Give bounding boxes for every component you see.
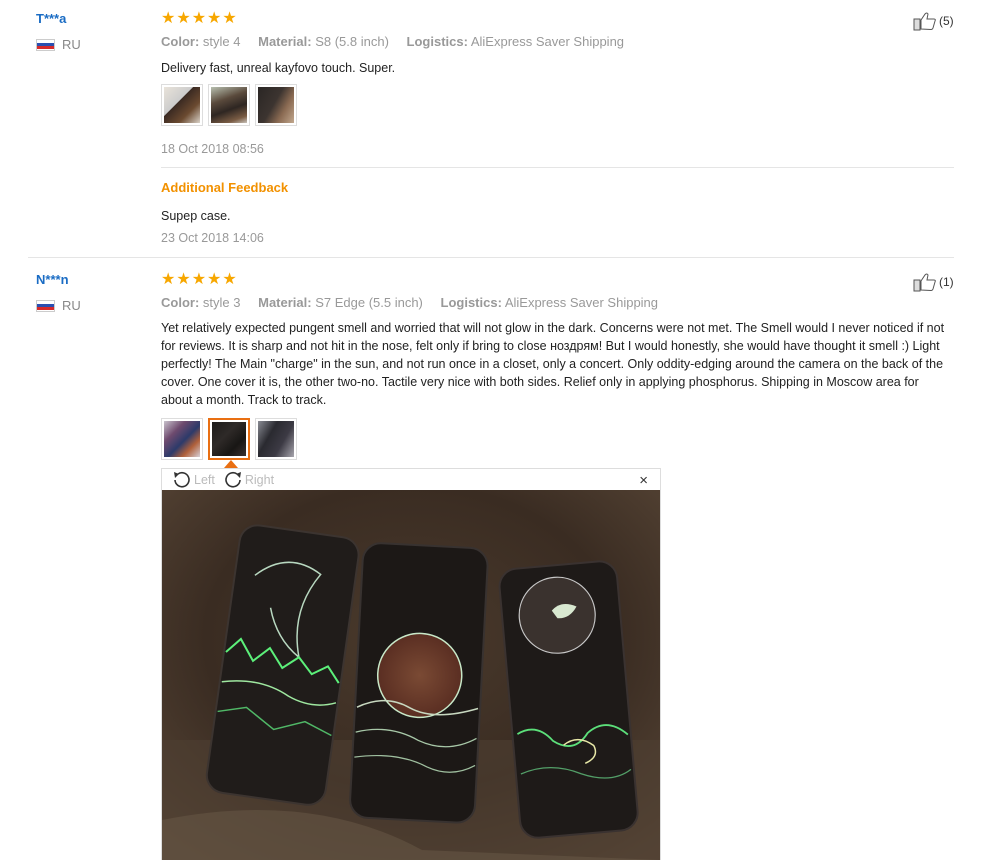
country-code: RU: [62, 37, 81, 52]
additional-feedback-date: 23 Oct 2018 14:06: [161, 231, 264, 245]
russia-flag-icon: [36, 299, 55, 312]
star-icon: ★: [207, 10, 222, 27]
russia-flag-icon: [36, 38, 55, 51]
review-date: 18 Oct 2018 08:56: [161, 142, 264, 156]
order-attributes: Color: style 4 Material: S8 (5.8 inch) L…: [161, 34, 638, 49]
helpful-count: (1): [939, 275, 954, 289]
color-label: Color:: [161, 34, 200, 49]
photo-thumbnail-active[interactable]: [208, 418, 250, 460]
star-icon: ★: [161, 271, 176, 288]
star-icon: ★: [207, 271, 222, 288]
glowing-phone-cases-image: [162, 490, 660, 860]
star-icon: ★: [191, 10, 207, 27]
order-attributes: Color: style 3 Material: S7 Edge (5.5 in…: [161, 295, 672, 310]
material-label: Material:: [258, 34, 312, 49]
review-divider: [28, 257, 954, 258]
additional-feedback-title: Additional Feedback: [161, 180, 289, 195]
helpful-button[interactable]: (5): [913, 11, 954, 31]
star-icon: ★: [222, 10, 237, 27]
rotate-left-label: Left: [194, 472, 215, 487]
review-photos: [161, 418, 297, 460]
viewer-toolbar: Left Right ×: [162, 469, 660, 490]
helpful-count: (5): [939, 14, 954, 28]
divider: [161, 167, 954, 168]
rotate-right-icon: [225, 471, 241, 488]
star-icon: ★: [176, 10, 191, 27]
star-icon: ★: [161, 10, 176, 27]
active-photo-caret: [224, 460, 238, 468]
star-icon: ★: [222, 271, 237, 288]
photo-thumbnail[interactable]: [161, 418, 203, 460]
enlarged-photo: [162, 490, 660, 860]
country-code: RU: [62, 298, 81, 313]
material-value: S7 Edge (5.5 inch): [315, 295, 423, 310]
rotate-right-label: Right: [244, 472, 275, 487]
photo-viewer: Left Right ×: [161, 468, 661, 860]
photo-thumbnail[interactable]: [255, 84, 297, 126]
rotate-right-button[interactable]: Right: [223, 471, 274, 489]
color-value: style 3: [202, 295, 241, 310]
rotate-left-icon: [174, 471, 190, 488]
star-icon: ★: [191, 271, 207, 288]
additional-feedback-text: Supep case.: [161, 209, 231, 223]
photo-thumbnail[interactable]: [161, 84, 203, 126]
reviewer-name[interactable]: T***a: [36, 11, 66, 26]
thumbs-up-icon: [913, 12, 936, 31]
logistics-label: Logistics:: [440, 295, 502, 310]
close-icon[interactable]: ×: [639, 472, 648, 489]
color-label: Color:: [161, 295, 200, 310]
helpful-button[interactable]: (1): [913, 272, 954, 292]
color-value: style 4: [202, 34, 241, 49]
thumbs-up-icon: [913, 273, 936, 292]
material-value: S8 (5.8 inch): [315, 34, 389, 49]
star-rating: ★ ★ ★ ★ ★: [161, 11, 237, 27]
review-text: Delivery fast, unreal kayfovo touch. Sup…: [161, 61, 396, 75]
star-icon: ★: [176, 271, 191, 288]
material-label: Material:: [258, 295, 312, 310]
reviewer-country: RU: [36, 37, 81, 52]
reviewer-country: RU: [36, 298, 81, 313]
logistics-value: AliExpress Saver Shipping: [470, 34, 625, 49]
review-text: Yet relatively expected pungent smell an…: [161, 321, 945, 407]
review-photos: [161, 84, 297, 126]
logistics-value: AliExpress Saver Shipping: [504, 295, 659, 310]
photo-thumbnail[interactable]: [208, 84, 250, 126]
star-rating: ★ ★ ★ ★ ★: [161, 272, 237, 288]
reviewer-name[interactable]: N***n: [36, 272, 69, 287]
logistics-label: Logistics:: [406, 34, 468, 49]
rotate-left-button[interactable]: Left: [172, 471, 215, 489]
photo-thumbnail[interactable]: [255, 418, 297, 460]
